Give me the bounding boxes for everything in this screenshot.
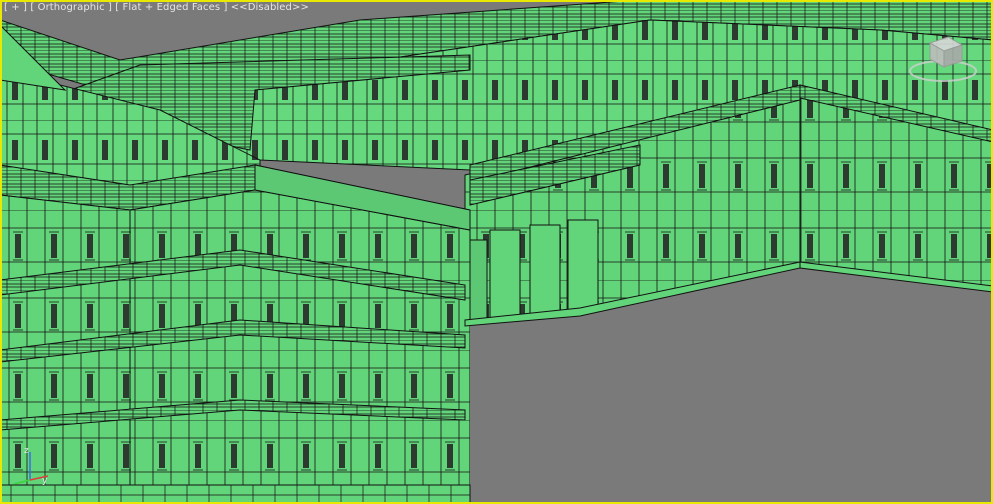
viewport-label-menu[interactable]: [ + ] [ Orthographic ] [ Flat + Edged Fa… xyxy=(4,2,309,13)
axis-z-label: z xyxy=(24,446,29,456)
viewport-orthographic[interactable]: [ + ] [ Orthographic ] [ Flat + Edged Fa… xyxy=(0,0,993,504)
axis-y-label: y xyxy=(42,476,48,486)
front-building-main-face xyxy=(129,189,471,504)
viewcube-icon[interactable] xyxy=(908,33,978,85)
building-wireframe-mesh[interactable] xyxy=(0,0,993,504)
front-building-base xyxy=(0,484,471,504)
viewport-plus-menu[interactable]: [ + ] xyxy=(4,2,27,13)
viewport-status: <<Disabled>> xyxy=(230,2,309,13)
viewport-shading-mode[interactable]: [ Flat + Edged Faces ] xyxy=(115,2,227,13)
viewport-view-name[interactable]: [ Orthographic ] xyxy=(30,2,112,13)
axis-tripod-gizmo: z y xyxy=(8,440,52,490)
